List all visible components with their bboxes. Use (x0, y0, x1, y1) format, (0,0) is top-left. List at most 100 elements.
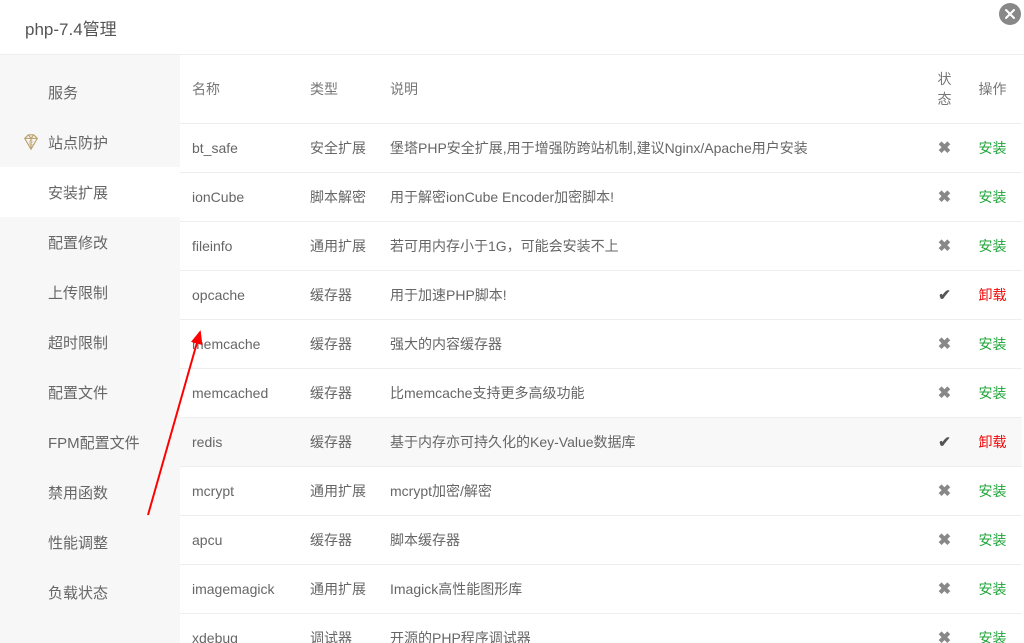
cell-action: 安装 (967, 222, 1022, 271)
install-button[interactable]: 安装 (979, 630, 1007, 643)
php-manager-modal: php-7.4管理 服务企 站点防护安装扩展配置修改上传限制超时限制配置文件 FPM… (0, 0, 1024, 643)
sidebar-item-label: 服务 (48, 82, 78, 103)
cell-name: memcache (180, 320, 300, 369)
cell-name: mcrypt (180, 467, 300, 516)
table-row: imagemagick通用扩展Imagick高性能图形库✖ 安装 (180, 565, 1022, 614)
sidebar-item-4[interactable]: 上传限制 (0, 267, 180, 317)
sidebar-item-label: FPM配置文件 (48, 432, 140, 453)
sidebar-item-6[interactable]: 配置文件 (0, 367, 180, 417)
cell-action: 安装 (967, 320, 1022, 369)
cell-action: 安装 (967, 614, 1022, 643)
cell-description: mcrypt加密/解密 (380, 467, 922, 516)
cell-type: 调试器 (300, 614, 380, 643)
cell-type: 通用扩展 (300, 467, 380, 516)
th-status: 状态 (922, 55, 967, 124)
cell-name: apcu (180, 516, 300, 565)
cell-type: 通用扩展 (300, 565, 380, 614)
sidebar-item-label: 配置修改 (48, 232, 108, 253)
modal-header: php-7.4管理 (0, 0, 1024, 55)
install-button[interactable]: 安装 (979, 189, 1007, 205)
check-icon: ✔ (938, 287, 951, 304)
cell-type: 缓存器 (300, 418, 380, 467)
sidebar-item-10[interactable]: 负载状态 (0, 567, 180, 617)
cell-action: 安装 (967, 369, 1022, 418)
cell-type: 脚本解密 (300, 173, 380, 222)
cell-status: ✖ (922, 516, 967, 565)
x-icon: ✖ (938, 140, 951, 157)
sidebar-item-label: 站点防护 (48, 132, 108, 153)
cell-type: 缓存器 (300, 320, 380, 369)
th-name: 名称 (180, 55, 300, 124)
table-row: ionCube脚本解密用于解密ionCube Encoder加密脚本! ✖ 安装 (180, 173, 1022, 222)
table-row: xdebug调试器开源的PHP程序调试器✖ 安装 (180, 614, 1022, 643)
cell-name: bt_safe (180, 124, 300, 173)
cell-action: 安装 (967, 124, 1022, 173)
table-row: fileinfo通用扩展若可用内存小于1G，可能会安装不上✖安装 (180, 222, 1022, 271)
sidebar-item-0[interactable]: 服务 (0, 67, 180, 117)
cell-description: 用于解密ionCube Encoder加密脚本! (380, 173, 922, 222)
x-icon: ✖ (938, 483, 951, 500)
sidebar-item-label: 上传限制 (48, 282, 108, 303)
cell-description: 堡塔PHP安全扩展,用于增强防跨站机制,建议Nginx/Apache用户安装 (380, 124, 922, 173)
cell-status: ✖ (922, 173, 967, 222)
cell-action: 安装 (967, 516, 1022, 565)
cell-status: ✖ (922, 124, 967, 173)
sidebar-item-label: 安装扩展 (48, 182, 108, 203)
sidebar-item-3[interactable]: 配置修改 (0, 217, 180, 267)
uninstall-button[interactable]: 卸载 (979, 287, 1007, 303)
sidebar-item-7[interactable]: FPM配置文件 (0, 417, 180, 467)
install-button[interactable]: 安装 (979, 581, 1007, 597)
uninstall-button[interactable]: 卸载 (979, 434, 1007, 450)
sidebar-item-5[interactable]: 超时限制 (0, 317, 180, 367)
th-action: 操作 (967, 55, 1022, 124)
cell-status: ✖ (922, 614, 967, 643)
cell-description: 若可用内存小于1G，可能会安装不上 (380, 222, 922, 271)
cell-name: fileinfo (180, 222, 300, 271)
svg-text:企: 企 (28, 138, 34, 146)
install-button[interactable]: 安装 (979, 238, 1007, 254)
cell-action: 安装 (967, 565, 1022, 614)
sidebar-item-2[interactable]: 安装扩展 (0, 167, 180, 217)
x-icon: ✖ (938, 532, 951, 549)
cell-name: ionCube (180, 173, 300, 222)
sidebar-item-label: 禁用函数 (48, 482, 108, 503)
cell-description: 比memcache支持更多高级功能 (380, 369, 922, 418)
x-icon: ✖ (938, 238, 951, 255)
table-header-row: 名称 类型 说明 状态 操作 (180, 55, 1022, 124)
cell-description: 开源的PHP程序调试器 (380, 614, 922, 643)
sidebar-item-label: 性能调整 (48, 532, 108, 553)
cell-type: 缓存器 (300, 271, 380, 320)
install-button[interactable]: 安装 (979, 483, 1007, 499)
modal-body: 服务企 站点防护安装扩展配置修改上传限制超时限制配置文件 FPM配置文件禁用函数性能… (0, 55, 1024, 643)
sidebar-item-1[interactable]: 企 站点防护 (0, 117, 180, 167)
sidebar-item-9[interactable]: 性能调整 (0, 517, 180, 567)
th-type: 类型 (300, 55, 380, 124)
cell-description: Imagick高性能图形库 (380, 565, 922, 614)
cell-status: ✔ (922, 418, 967, 467)
cell-status: ✖ (922, 565, 967, 614)
install-button[interactable]: 安装 (979, 140, 1007, 156)
sidebar-item-label: 超时限制 (48, 332, 108, 353)
table-row: apcu缓存器脚本缓存器✖安装 (180, 516, 1022, 565)
cell-name: memcached (180, 369, 300, 418)
table-row: redis缓存器基于内存亦可持久化的Key-Value数据库✔卸载 (180, 418, 1022, 467)
cell-name: xdebug (180, 614, 300, 643)
table-row: opcache缓存器用于加速PHP脚本!✔卸载 (180, 271, 1022, 320)
table-row: memcached缓存器比memcache支持更多高级功能✖安装 (180, 369, 1022, 418)
install-button[interactable]: 安装 (979, 336, 1007, 352)
cell-name: imagemagick (180, 565, 300, 614)
cell-status: ✖ (922, 467, 967, 516)
cell-type: 缓存器 (300, 369, 380, 418)
cell-action: 卸载 (967, 271, 1022, 320)
table-scroll[interactable]: 名称 类型 说明 状态 操作 bt_safe安全扩展堡塔PHP安全扩展,用于增强… (180, 55, 1024, 643)
cell-name: opcache (180, 271, 300, 320)
close-button[interactable] (998, 2, 1022, 26)
table-row: bt_safe安全扩展堡塔PHP安全扩展,用于增强防跨站机制,建议Nginx/A… (180, 124, 1022, 173)
sidebar-item-8[interactable]: 禁用函数 (0, 467, 180, 517)
cell-action: 卸载 (967, 418, 1022, 467)
install-button[interactable]: 安装 (979, 532, 1007, 548)
cell-name: redis (180, 418, 300, 467)
x-icon: ✖ (938, 189, 951, 206)
extensions-table: 名称 类型 说明 状态 操作 bt_safe安全扩展堡塔PHP安全扩展,用于增强… (180, 55, 1022, 643)
install-button[interactable]: 安装 (979, 385, 1007, 401)
